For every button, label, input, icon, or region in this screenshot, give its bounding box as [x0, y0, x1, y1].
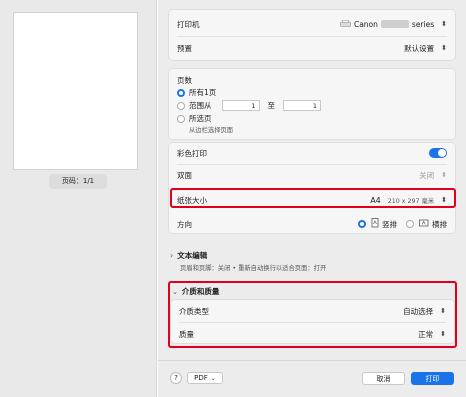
media-quality-label: 介质和质量: [181, 287, 220, 296]
color-print-label: 彩色打印: [177, 148, 207, 158]
pages-selection-option[interactable]: 所选页: [177, 113, 212, 124]
radio-selected-pages[interactable]: [177, 114, 185, 123]
footer-divider: [158, 360, 466, 361]
printer-icon: [340, 19, 351, 29]
range-to-label: 至: [267, 101, 276, 110]
pages-selection-hint: 从边栏选择页面: [189, 127, 234, 134]
question-icon[interactable]: ?: [170, 372, 182, 384]
pdf-menu-button[interactable]: PDF ⌄: [187, 372, 223, 384]
color-print-toggle[interactable]: [429, 148, 447, 158]
orientation-row: 方向 竖排 横排: [177, 214, 447, 234]
chevron-down-icon: ⌄: [210, 374, 216, 382]
paper-size-highlight: [170, 188, 456, 208]
up-down-chevron-icon: ⬍: [440, 307, 446, 315]
quality-value: 正常: [418, 329, 434, 339]
media-quality-disclosure[interactable]: ⌄ 介质和质量: [172, 286, 219, 297]
portrait-label: 竖排: [382, 219, 397, 229]
orientation-options: 竖排 横排: [358, 218, 447, 230]
printer-select[interactable]: Canon series ⬍: [340, 20, 447, 29]
duplex-label: 双面: [177, 170, 192, 180]
presets-select[interactable]: 默认设置 ⬍: [404, 43, 447, 54]
pages-range-label: 范围从: [189, 101, 212, 110]
text-edit-label: 文本编辑: [177, 251, 208, 260]
radio-page-range[interactable]: [177, 101, 185, 110]
duplex-value: 关闭: [419, 170, 435, 180]
preview-pane: 页码：1/1: [0, 0, 157, 397]
pages-label: 页数: [177, 76, 192, 85]
text-edit-disclosure[interactable]: › 文本编辑: [170, 250, 207, 261]
settings-pane: 打印机 Canon series ⬍ 预置 默认设置 ⬍ 页数 所有1页 范围从…: [158, 0, 466, 397]
quality-row[interactable]: 质量 正常 ⬍: [179, 324, 446, 344]
printer-name-prefix: Canon: [353, 19, 378, 29]
pages-range-option[interactable]: 范围从 1 至 1: [177, 100, 321, 111]
radio-portrait[interactable]: [358, 220, 366, 228]
color-print-row: 彩色打印: [177, 143, 447, 163]
pages-card: 页数 所有1页 范围从 1 至 1 所选页 从边栏选择页面: [168, 68, 456, 140]
media-type-value: 自动选择: [403, 306, 434, 316]
quality-select[interactable]: 正常 ⬍: [418, 329, 446, 340]
pdf-label: PDF: [194, 374, 208, 382]
orientation-label: 方向: [177, 219, 192, 229]
print-button[interactable]: 打印: [411, 372, 454, 385]
duplex-select[interactable]: 关闭 ⬍: [419, 170, 447, 181]
media-type-row[interactable]: 介质类型 自动选择 ⬍: [179, 301, 446, 321]
presets-value: 默认设置: [404, 43, 435, 53]
printer-model-redacted: [380, 20, 409, 28]
up-down-chevron-icon: ⬍: [441, 171, 447, 179]
media-quality-card: 介质类型 自动选择 ⬍ 质量 正常 ⬍: [170, 299, 455, 344]
printer-label: 打印机: [177, 19, 200, 29]
media-type-select[interactable]: 自动选择 ⬍: [403, 306, 446, 317]
duplex-row[interactable]: 双面 关闭 ⬍: [177, 165, 447, 185]
pages-all-option[interactable]: 所有1页: [177, 87, 216, 98]
text-edit-description: 页眉和页脚：关闭 • 重新自动换行以适合页面：打开: [180, 265, 327, 272]
divider: [179, 322, 446, 323]
printer-name-suffix: series: [411, 19, 435, 29]
range-to-field[interactable]: 1: [283, 100, 321, 111]
radio-landscape[interactable]: [406, 220, 414, 228]
media-type-label: 介质类型: [179, 306, 209, 316]
chevron-right-icon: ›: [170, 251, 174, 260]
page-counter: 页码：1/1: [49, 174, 107, 189]
pages-all-label: 所有1页: [189, 88, 217, 97]
cancel-button[interactable]: 取消: [362, 372, 405, 385]
presets-row[interactable]: 预置 默认设置 ⬍: [177, 38, 447, 58]
printer-card: 打印机 Canon series ⬍ 预置 默认设置 ⬍: [168, 9, 456, 61]
chevron-down-icon: ⌄: [172, 287, 178, 296]
up-down-chevron-icon: ⬍: [441, 44, 447, 52]
pages-selection-label: 所选页: [189, 114, 212, 123]
landscape-label: 横排: [432, 219, 447, 229]
quality-label: 质量: [179, 329, 194, 339]
printer-row[interactable]: 打印机 Canon series ⬍: [177, 14, 447, 34]
portrait-icon: [371, 218, 379, 230]
page-preview: [13, 12, 138, 170]
up-down-chevron-icon: ⬍: [440, 330, 446, 338]
range-from-field[interactable]: 1: [221, 100, 260, 111]
landscape-icon: [419, 219, 429, 229]
presets-label: 预置: [177, 43, 192, 53]
radio-all-pages[interactable]: [177, 88, 185, 97]
up-down-chevron-icon: ⬍: [441, 20, 447, 28]
divider: [177, 36, 447, 37]
